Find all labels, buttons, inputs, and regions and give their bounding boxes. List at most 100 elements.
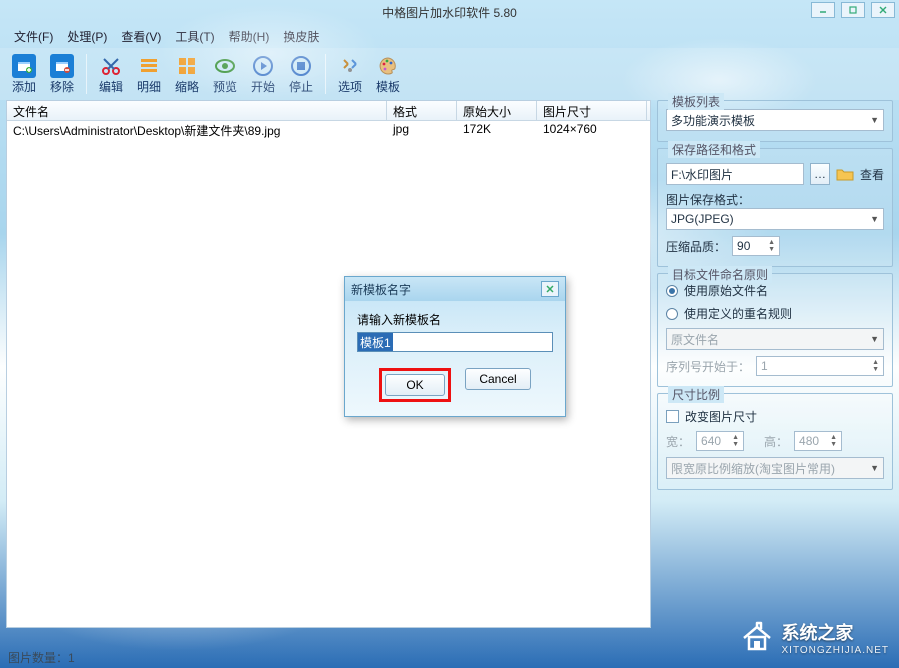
toolbar-preview[interactable]: 预览 bbox=[207, 50, 243, 98]
chevron-down-icon: ▼ bbox=[870, 214, 879, 224]
toolbar-options[interactable]: 选项 bbox=[332, 50, 368, 98]
house-icon bbox=[740, 621, 774, 655]
quality-spinner[interactable]: 90 ▲▼ bbox=[732, 236, 780, 256]
width-label: 宽： bbox=[666, 433, 690, 450]
save-path-input[interactable]: F:\水印图片 bbox=[666, 163, 804, 185]
view-label[interactable]: 查看 bbox=[860, 166, 884, 183]
radio-use-original[interactable]: 使用原始文件名 bbox=[666, 282, 884, 299]
quality-label: 压缩品质： bbox=[666, 238, 726, 255]
group-template-list: 模板列表 多功能演示模板 ▼ bbox=[657, 100, 893, 142]
scissors-icon bbox=[99, 54, 123, 78]
template-name-input[interactable]: 模板1 bbox=[357, 332, 553, 352]
seq-label: 序列号开始于： bbox=[666, 358, 750, 375]
window-title: 中格图片加水印软件 5.80 bbox=[382, 4, 517, 21]
dialog-buttons: OK Cancel bbox=[357, 368, 553, 402]
save-format-label: 图片保存格式： bbox=[666, 191, 750, 208]
group-title: 保存路径和格式 bbox=[668, 141, 760, 158]
radio-dot-icon bbox=[666, 308, 678, 320]
menu-tools[interactable]: 工具(T) bbox=[169, 26, 220, 47]
close-button[interactable] bbox=[871, 2, 895, 18]
template-select[interactable]: 多功能演示模板 ▼ bbox=[666, 109, 884, 131]
folder-icon[interactable] bbox=[836, 166, 854, 182]
minimize-button[interactable] bbox=[811, 2, 835, 18]
radio-dot-icon bbox=[666, 285, 678, 297]
resize-checkbox[interactable] bbox=[666, 410, 679, 423]
spinner-icon: ▲▼ bbox=[872, 359, 879, 373]
toolbar-start[interactable]: 开始 bbox=[245, 50, 281, 98]
cell-rawsize: 172K bbox=[457, 121, 537, 139]
remove-icon bbox=[50, 54, 74, 78]
height-spinner: 480 ▲▼ bbox=[794, 431, 842, 451]
group-naming: 目标文件命名原则 使用原始文件名 使用定义的重名规则 原文件名 ▼ 序列号开始于… bbox=[657, 273, 893, 387]
height-label: 高： bbox=[764, 433, 788, 450]
menu-process[interactable]: 处理(P) bbox=[61, 26, 113, 47]
side-panel: 模板列表 多功能演示模板 ▼ 保存路径和格式 F:\水印图片 … 查看 图片保存… bbox=[657, 100, 893, 628]
new-template-dialog: 新模板名字 请输入新模板名 模板1 OK Cancel bbox=[344, 276, 566, 417]
spinner-icon: ▲▼ bbox=[732, 434, 739, 448]
stop-icon bbox=[289, 54, 313, 78]
chevron-down-icon: ▼ bbox=[870, 115, 879, 125]
play-icon bbox=[251, 54, 275, 78]
radio-use-custom[interactable]: 使用定义的重名规则 bbox=[666, 305, 884, 322]
toolbar-sep bbox=[325, 54, 326, 94]
toolbar-edit[interactable]: 编辑 bbox=[93, 50, 129, 98]
toolbar-stop[interactable]: 停止 bbox=[283, 50, 319, 98]
toolbar-template[interactable]: 模板 bbox=[370, 50, 406, 98]
toolbar-add[interactable]: 添加 bbox=[6, 50, 42, 98]
cell-dimensions: 1024×760 bbox=[537, 121, 647, 139]
menu-bar: 文件(F) 处理(P) 查看(V) 工具(T) 帮助(H) 换皮肤 bbox=[0, 24, 899, 48]
detail-icon bbox=[137, 54, 161, 78]
dialog-close-button[interactable] bbox=[541, 281, 559, 297]
toolbar-detail[interactable]: 明细 bbox=[131, 50, 167, 98]
watermark-brand: 系统之家 bbox=[782, 619, 890, 645]
resize-label: 改变图片尺寸 bbox=[685, 408, 757, 425]
ok-highlight-box: OK bbox=[379, 368, 451, 402]
toolbar-remove[interactable]: 移除 bbox=[44, 50, 80, 98]
seq-start-spinner: 1 ▲▼ bbox=[756, 356, 884, 376]
file-count: 图片数量：1 bbox=[8, 651, 75, 665]
thumb-icon bbox=[175, 54, 199, 78]
toolbar: 添加 移除 编辑 明细 缩略 预览 开始 停止 选项 模板 bbox=[0, 48, 899, 100]
status-bar: 图片数量：1 bbox=[8, 649, 75, 666]
input-selected-text: 模板1 bbox=[358, 333, 393, 351]
window-controls bbox=[811, 2, 895, 18]
dialog-prompt: 请输入新模板名 bbox=[357, 311, 553, 328]
menu-skin[interactable]: 换皮肤 bbox=[277, 26, 325, 47]
naming-pattern-select: 原文件名 ▼ bbox=[666, 328, 884, 350]
palette-icon bbox=[376, 54, 400, 78]
table-row[interactable]: C:\Users\Administrator\Desktop\新建文件夹\89.… bbox=[7, 121, 650, 139]
group-title: 模板列表 bbox=[668, 93, 724, 110]
list-header: 文件名 格式 原始大小 图片尺寸 bbox=[7, 101, 650, 121]
browse-button[interactable]: … bbox=[810, 163, 830, 185]
chevron-down-icon: ▼ bbox=[870, 463, 879, 473]
cell-format: jpg bbox=[387, 121, 457, 139]
dialog-title: 新模板名字 bbox=[351, 281, 411, 298]
watermark-url: XITONGZHIJIA.NET bbox=[782, 645, 890, 656]
col-format[interactable]: 格式 bbox=[387, 101, 457, 120]
toolbar-thumb[interactable]: 缩略 bbox=[169, 50, 205, 98]
maximize-button[interactable] bbox=[841, 2, 865, 18]
width-spinner: 640 ▲▼ bbox=[696, 431, 744, 451]
cell-filename: C:\Users\Administrator\Desktop\新建文件夹\89.… bbox=[7, 121, 387, 139]
save-format-select[interactable]: JPG(JPEG) ▼ bbox=[666, 208, 884, 230]
group-title: 尺寸比例 bbox=[668, 386, 724, 403]
menu-help[interactable]: 帮助(H) bbox=[223, 26, 276, 47]
group-title: 目标文件命名原则 bbox=[668, 266, 772, 283]
page-watermark: 系统之家 XITONGZHIJIA.NET bbox=[740, 619, 890, 656]
menu-view[interactable]: 查看(V) bbox=[115, 26, 167, 47]
spinner-icon: ▲▼ bbox=[768, 239, 775, 253]
cancel-button[interactable]: Cancel bbox=[465, 368, 531, 390]
col-filename[interactable]: 文件名 bbox=[7, 101, 387, 120]
title-bar: 中格图片加水印软件 5.80 bbox=[0, 0, 899, 24]
eye-icon bbox=[213, 54, 237, 78]
col-rawsize[interactable]: 原始大小 bbox=[457, 101, 537, 120]
toolbar-sep bbox=[86, 54, 87, 94]
col-dimensions[interactable]: 图片尺寸 bbox=[537, 101, 647, 120]
group-save: 保存路径和格式 F:\水印图片 … 查看 图片保存格式： JPG(JPEG) ▼… bbox=[657, 148, 893, 267]
dialog-titlebar[interactable]: 新模板名字 bbox=[345, 277, 565, 301]
ok-button[interactable]: OK bbox=[385, 374, 445, 396]
add-icon bbox=[12, 54, 36, 78]
spinner-icon: ▲▼ bbox=[830, 434, 837, 448]
dialog-body: 请输入新模板名 模板1 OK Cancel bbox=[345, 301, 565, 416]
menu-file[interactable]: 文件(F) bbox=[8, 26, 59, 47]
